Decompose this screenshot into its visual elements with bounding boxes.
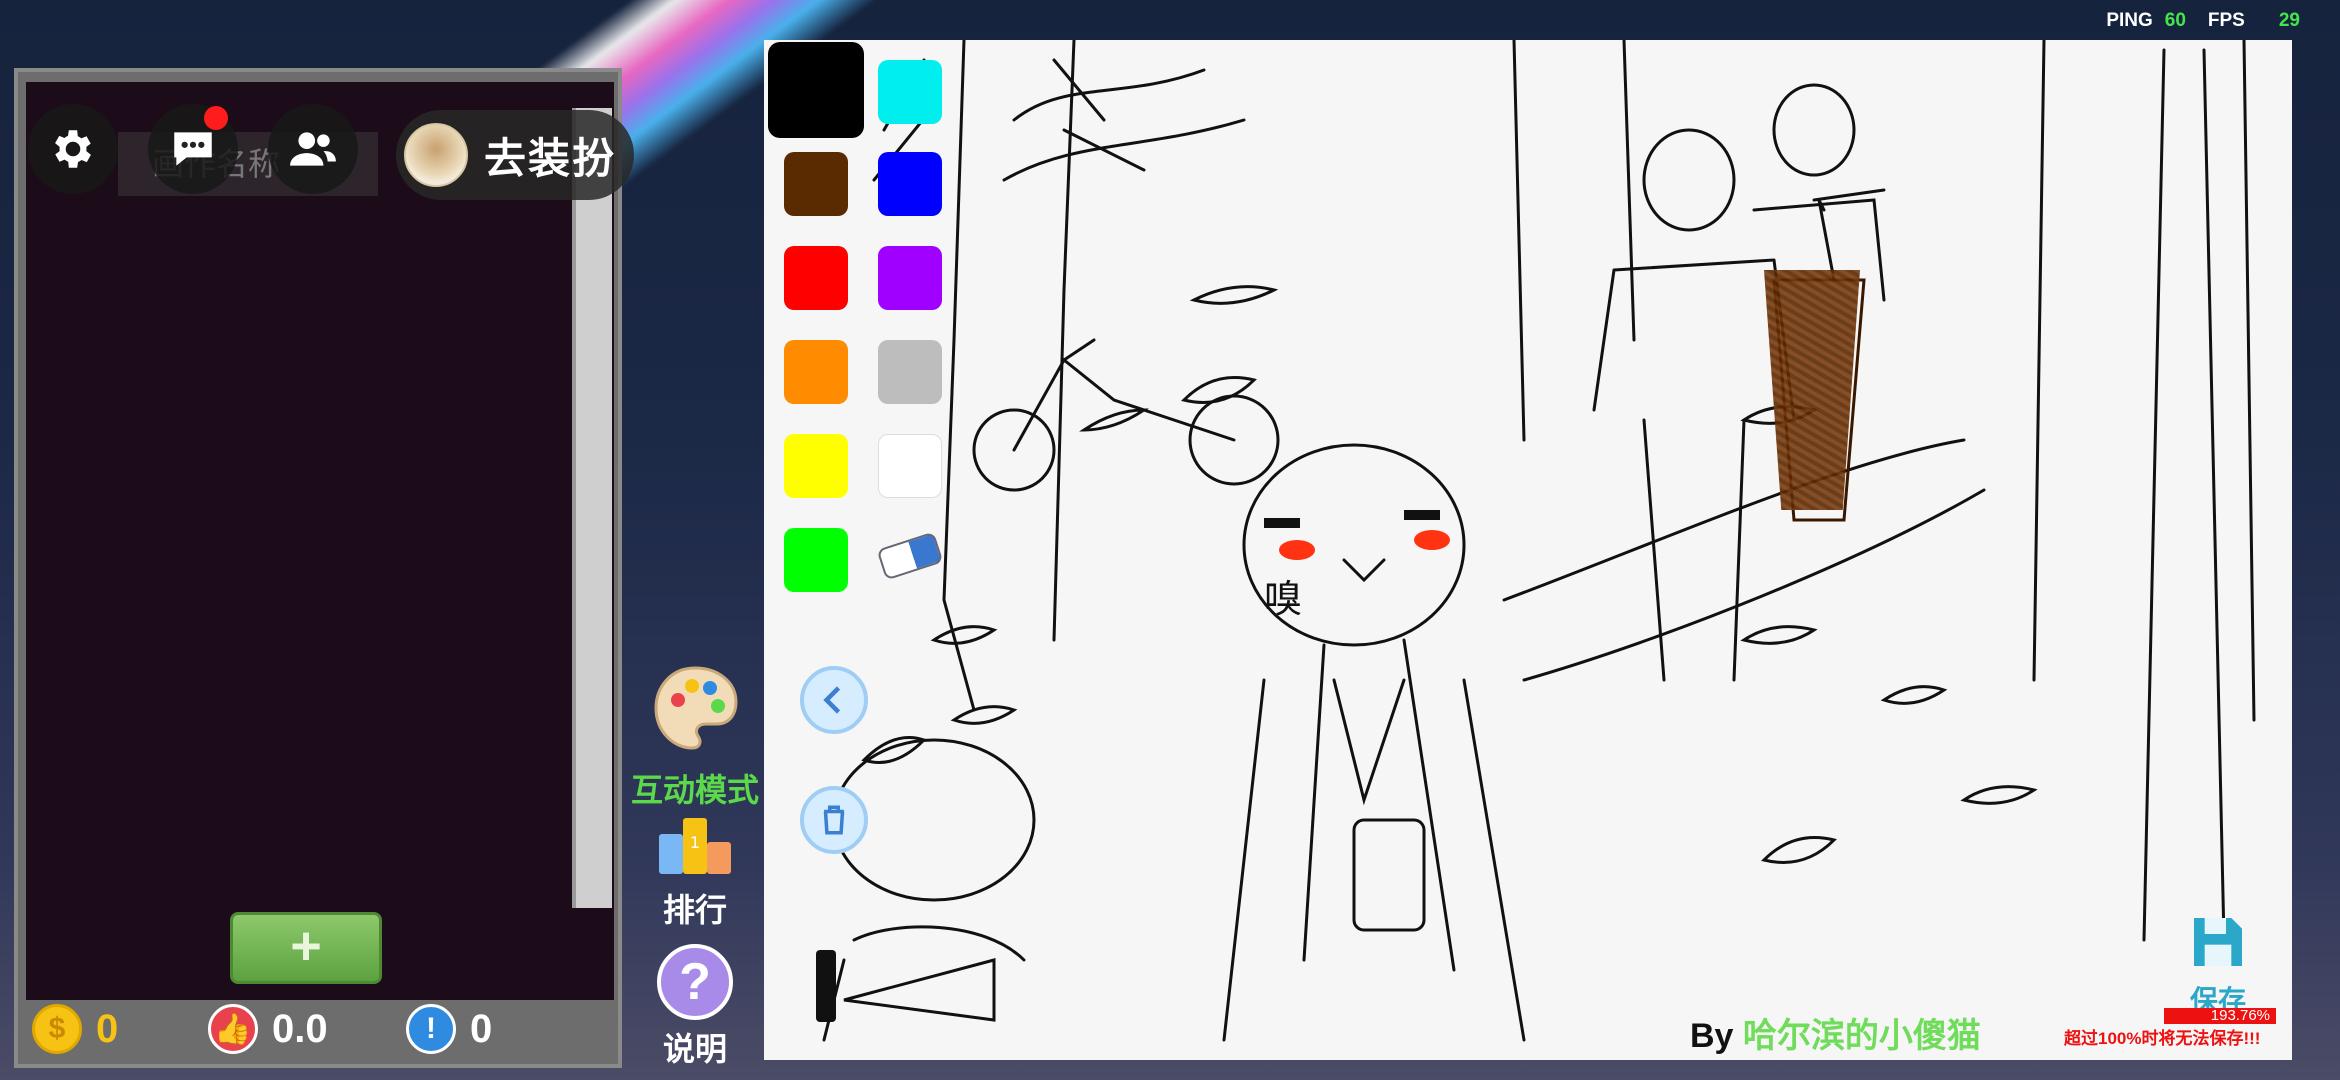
coin-count: 0	[96, 1006, 119, 1051]
blush-right	[1414, 530, 1450, 550]
interact-mode-label: 互动模式	[630, 772, 759, 808]
swatch-red[interactable]	[784, 246, 848, 310]
settings-button[interactable]	[28, 104, 118, 194]
brush-size-handle[interactable]	[816, 950, 836, 1022]
signature-name: 哈尔滨的小傻猫	[1742, 1017, 1981, 1055]
signature: By 哈尔滨的小傻猫	[1690, 1008, 1981, 1057]
gallery-list[interactable]	[26, 82, 614, 1000]
blush-left	[1279, 540, 1315, 560]
chat-button[interactable]	[148, 104, 238, 194]
doodle-text: 嗅	[1264, 579, 1303, 621]
alert-stat: ! 0	[406, 1004, 492, 1054]
swatch-yellow[interactable]	[784, 434, 848, 498]
gallery-scrollbar[interactable]	[572, 108, 612, 908]
alert-count: 0	[470, 1006, 493, 1051]
coin-stat: $ 0	[32, 1004, 118, 1054]
swatch-green[interactable]	[784, 528, 848, 592]
like-count: 0.0	[272, 1006, 328, 1051]
palette-icon	[654, 666, 738, 750]
rank-button[interactable]: 1 排行	[630, 810, 760, 931]
swatch-cyan[interactable]	[878, 60, 942, 124]
capacity-bar: 193.76%	[2164, 1008, 2276, 1024]
rank-label: 排行	[662, 892, 727, 928]
ping-label: PING	[2106, 10, 2153, 31]
people-icon	[290, 132, 336, 166]
swatch-purple[interactable]	[878, 246, 942, 310]
clear-button[interactable]	[800, 786, 868, 854]
drawing-canvas[interactable]: 嗅 保存 193.76% 超过100%时将无法保存!!! By 哈尔滨的小傻猫	[764, 40, 2292, 1060]
avatar	[404, 123, 468, 187]
ping-value: 60	[2164, 10, 2186, 31]
swatch-white[interactable]	[878, 434, 942, 498]
exclamation-icon: !	[406, 1004, 456, 1054]
help-button[interactable]: ? 说明	[630, 944, 760, 1070]
gear-icon	[55, 130, 91, 168]
thumbs-up-icon: 👍	[208, 1004, 258, 1054]
eye-left	[1264, 518, 1300, 528]
trash-icon	[823, 805, 845, 835]
interact-mode-button[interactable]: 互动模式	[630, 660, 760, 811]
add-drawing-button[interactable]: +	[230, 912, 382, 984]
brush-size-slider[interactable]	[778, 950, 998, 1050]
save-button[interactable]: 保存	[2180, 910, 2256, 1019]
coin-icon: $	[32, 1004, 82, 1054]
swatch-gray[interactable]	[878, 340, 942, 404]
swatch-blue[interactable]	[878, 152, 942, 216]
drawing-artwork	[822, 40, 2256, 1042]
like-stat: 👍 0.0	[208, 1004, 328, 1054]
notification-dot	[204, 106, 228, 130]
signature-prefix: By	[1690, 1017, 1743, 1055]
friends-button[interactable]	[268, 104, 358, 194]
question-icon: ?	[657, 944, 733, 1020]
back-button[interactable]	[800, 666, 868, 734]
help-label: 说明	[662, 1031, 727, 1067]
chat-icon	[174, 132, 212, 166]
podium-icon: 1	[659, 818, 731, 874]
dressup-label: 去装扮	[484, 134, 617, 182]
fps-label: FPS	[2207, 10, 2245, 31]
swatch-orange[interactable]	[784, 340, 848, 404]
chevron-left-icon	[823, 686, 841, 714]
dressup-button[interactable]: 去装扮	[396, 110, 634, 200]
swatch-selected[interactable]	[768, 42, 864, 138]
perf-hud: PING 60 FPS 29	[2106, 10, 2300, 32]
capacity-warning: 超过100%时将无法保存!!!	[2064, 1029, 2261, 1048]
swatch-brown[interactable]	[784, 152, 848, 216]
fps-value: 29	[2278, 10, 2300, 31]
save-icon	[2194, 918, 2242, 966]
svg-text:1: 1	[690, 833, 700, 852]
eye-right	[1404, 510, 1440, 520]
